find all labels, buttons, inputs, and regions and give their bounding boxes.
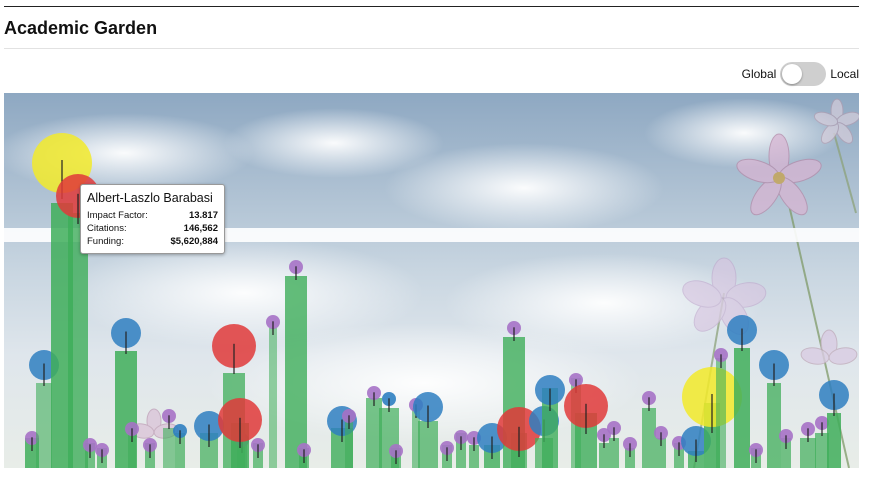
tooltip-researcher-name: Albert-Laszlo Barabasi — [87, 191, 213, 205]
plant[interactable] — [714, 348, 728, 468]
tooltip-row-impact: Impact Factor: 13.817 — [87, 209, 218, 222]
plant-stem[interactable] — [609, 438, 619, 468]
plant[interactable] — [111, 318, 141, 468]
plant-stem[interactable] — [642, 408, 656, 468]
title-divider — [4, 48, 859, 49]
switch-knob[interactable] — [782, 64, 803, 84]
plant[interactable] — [285, 260, 307, 468]
tooltip-row-funding: Funding: $5,620,884 — [87, 235, 218, 248]
plant[interactable] — [95, 443, 109, 468]
plant[interactable] — [173, 424, 187, 468]
plant[interactable] — [297, 443, 311, 468]
plant-stem[interactable] — [418, 421, 438, 468]
plant-stem[interactable] — [36, 383, 52, 468]
plant[interactable] — [83, 438, 97, 468]
plant[interactable] — [454, 430, 468, 468]
plant[interactable] — [800, 422, 816, 468]
tooltip-value: $5,620,884 — [170, 236, 218, 247]
tooltip-row-citations: Citations: 146,562 — [87, 222, 218, 235]
top-rule — [4, 6, 859, 7]
plant[interactable] — [440, 441, 454, 468]
tooltip-value: 146,562 — [183, 223, 218, 234]
plant-stem[interactable] — [827, 413, 841, 468]
researcher-tooltip: Albert-Laszlo Barabasi Impact Factor: 13… — [80, 184, 225, 254]
garden-canvas — [4, 93, 859, 468]
plant-stem[interactable] — [285, 276, 307, 468]
plant[interactable] — [815, 416, 829, 468]
plant[interactable] — [607, 421, 621, 468]
plant[interactable] — [162, 409, 176, 468]
tooltip-label: Funding: — [87, 236, 124, 247]
plant-stem[interactable] — [163, 428, 175, 468]
page-title: Academic Garden — [4, 18, 158, 38]
global-local-switch[interactable] — [780, 62, 827, 86]
view-toggle: Global Local — [742, 62, 859, 86]
plant-stem[interactable] — [734, 348, 750, 468]
tooltip-label: Citations: — [87, 223, 127, 234]
garden-plot — [4, 98, 859, 468]
toggle-local-label: Local — [830, 67, 859, 81]
plant[interactable] — [779, 429, 793, 468]
plant[interactable] — [389, 444, 403, 468]
tooltip-value: 13.817 — [188, 210, 218, 221]
plant-stem[interactable] — [815, 433, 829, 468]
plant[interactable] — [597, 428, 611, 468]
plant-stem[interactable] — [269, 328, 277, 468]
toggle-global-label: Global — [741, 67, 777, 81]
plant[interactable] — [749, 443, 763, 468]
plant-stem[interactable] — [800, 438, 816, 468]
plant[interactable] — [642, 391, 656, 468]
plant-stem[interactable] — [716, 358, 726, 468]
tooltip-label: Impact Factor: — [87, 210, 148, 221]
plant[interactable] — [143, 438, 157, 468]
plant[interactable] — [623, 437, 637, 468]
plant-stem[interactable] — [767, 383, 781, 468]
plant[interactable] — [654, 426, 668, 468]
plant[interactable] — [251, 438, 265, 468]
